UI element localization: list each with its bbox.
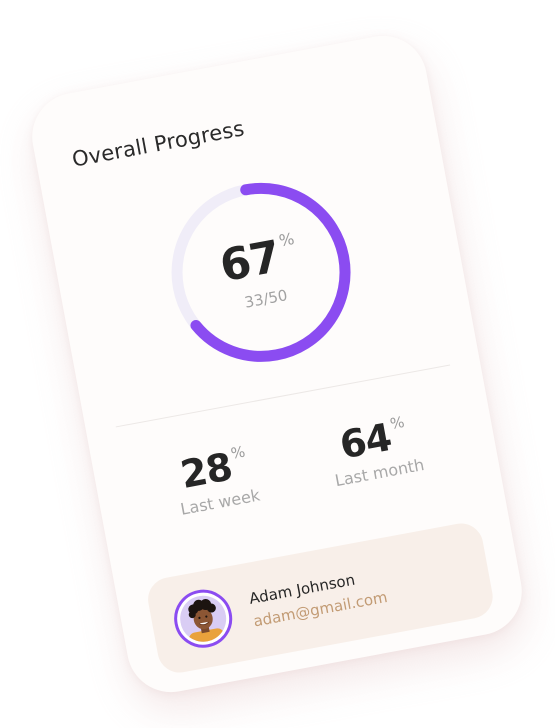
- progress-card: Overall Progress 67% 33/50 28% Last week…: [24, 28, 530, 700]
- stat-last-week: 28% Last week: [136, 434, 295, 525]
- card-title: Overall Progress: [70, 116, 247, 172]
- stat-percent-sign: %: [388, 412, 406, 434]
- stat-value: 28: [177, 444, 236, 497]
- overall-percent-value: 67: [216, 231, 284, 293]
- overall-progress-ring: 67% 33/50: [150, 162, 371, 383]
- stage: Overall Progress 67% 33/50 28% Last week…: [0, 0, 555, 728]
- overall-percent-sign: %: [277, 228, 296, 251]
- stat-last-month: 64% Last month: [296, 404, 455, 495]
- ring-center: 67% 33/50: [150, 162, 371, 383]
- avatar[interactable]: [169, 584, 237, 653]
- stat-percent-sign: %: [229, 442, 247, 463]
- user-avatar-icon: [176, 591, 230, 646]
- stat-value: 64: [336, 414, 395, 468]
- user-card[interactable]: Adam Johnson adam@gmail.com: [144, 519, 497, 677]
